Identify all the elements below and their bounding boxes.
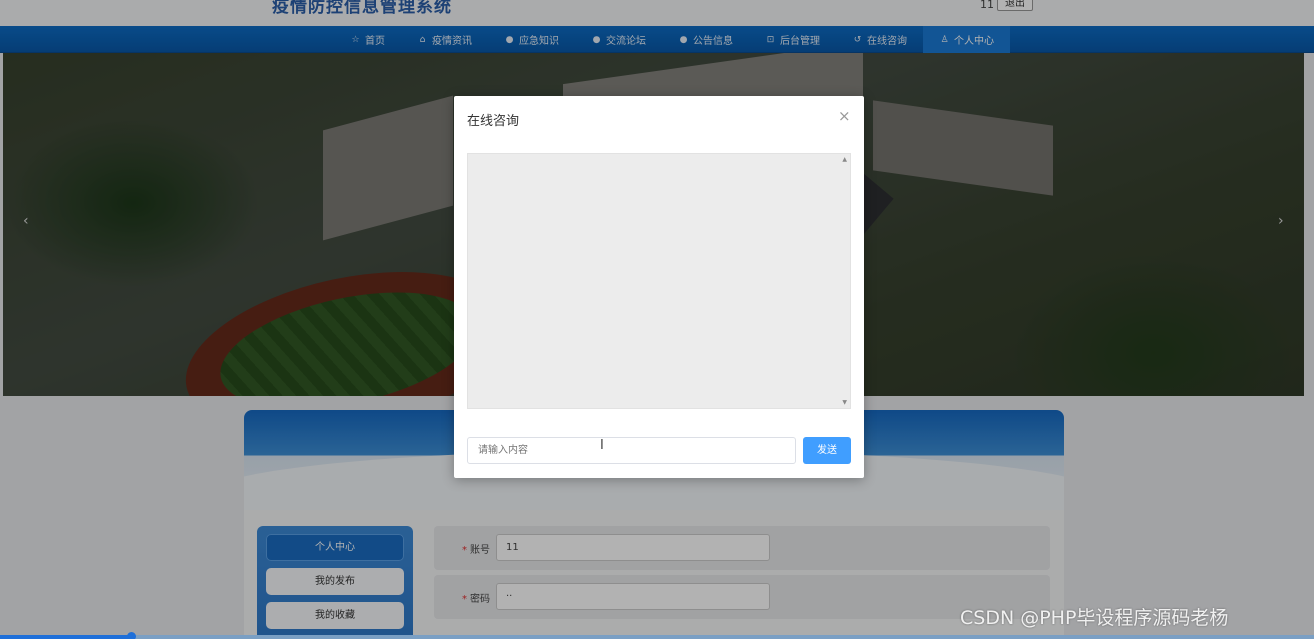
text-cursor-icon: I bbox=[600, 438, 604, 453]
progress-fill bbox=[0, 635, 131, 639]
scroll-down-icon[interactable]: ▼ bbox=[842, 399, 847, 406]
send-button[interactable]: 发送 bbox=[803, 437, 851, 464]
watermark: CSDN @PHP毕设程序源码老杨 bbox=[960, 607, 1229, 629]
dialog-title: 在线咨询 bbox=[467, 114, 520, 129]
progress-handle[interactable] bbox=[127, 632, 136, 639]
playback-progress[interactable] bbox=[0, 632, 1314, 639]
close-icon[interactable]: × bbox=[838, 107, 851, 125]
consult-dialog: 在线咨询 × ▲ ▼ I 发送 bbox=[454, 96, 864, 478]
chat-messages-area[interactable]: ▲ ▼ bbox=[467, 153, 851, 409]
scroll-up-icon[interactable]: ▲ bbox=[842, 156, 847, 163]
message-input[interactable] bbox=[467, 437, 796, 464]
